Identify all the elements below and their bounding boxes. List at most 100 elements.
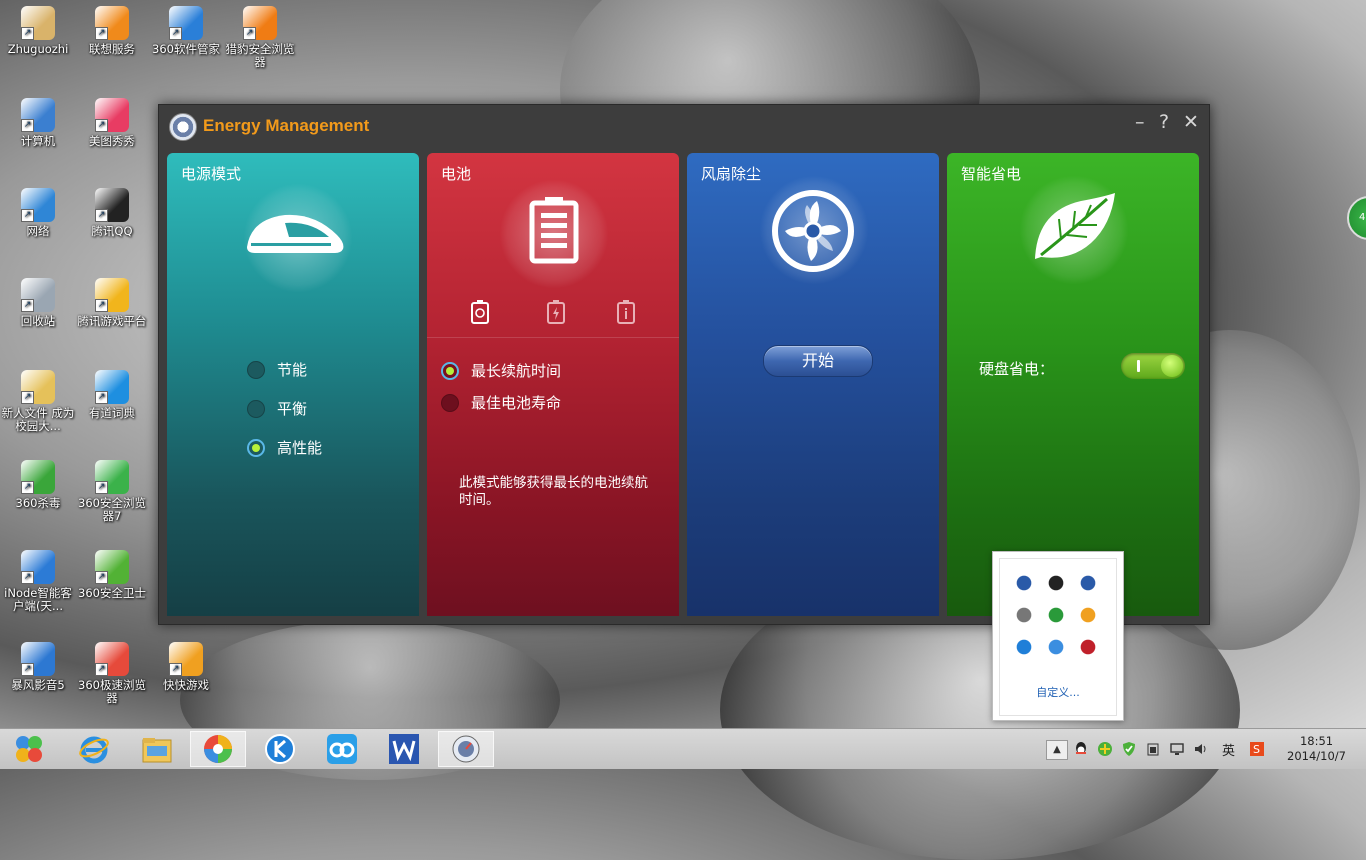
desktop-icon[interactable]: ↗ 360极速浏览器 xyxy=(74,642,150,705)
radio-button[interactable] xyxy=(441,393,459,412)
shortcut-arrow-icon: ↗ xyxy=(21,391,34,404)
battery-option-longest-runtime[interactable]: 最长续航时间 xyxy=(441,360,561,381)
recycle-bin-icon: ↗ xyxy=(21,278,55,312)
ime-indicator[interactable]: 英 xyxy=(1222,740,1235,759)
shortcut-arrow-icon: ↗ xyxy=(95,663,108,676)
power-option-balanced[interactable]: 平衡 xyxy=(247,398,307,419)
minimize-button[interactable]: – xyxy=(1135,111,1145,133)
desktop-icon[interactable]: ↗ Zhuguozhi xyxy=(0,6,76,56)
option-label: 高性能 xyxy=(277,439,323,457)
shortcut-arrow-icon: ↗ xyxy=(21,27,34,40)
hdd-power-saving-toggle[interactable] xyxy=(1121,353,1185,379)
desktop-icon[interactable]: ↗ 猎豹安全浏览器 xyxy=(222,6,298,69)
360-antivirus-icon: ↗ xyxy=(21,460,55,494)
taskbar-baidu-cloud[interactable] xyxy=(314,731,370,767)
desktop-icon[interactable]: ↗ 美图秀秀 xyxy=(74,98,150,148)
power-mode-panel: 电源模式 节能 平衡 高性能 xyxy=(167,153,419,616)
start-dust-removal-button[interactable]: 开始 xyxy=(763,345,873,377)
desktop-icon[interactable]: ↗ 回收站 xyxy=(0,278,76,328)
power-option-high-performance[interactable]: 高性能 xyxy=(247,437,322,458)
tray-expand-button[interactable]: ▲ xyxy=(1046,740,1068,760)
taskbar-wps[interactable] xyxy=(376,731,432,767)
desktop-icon[interactable]: ↗ 腾讯QQ xyxy=(74,188,150,238)
network-tray-icon[interactable] xyxy=(1169,741,1185,757)
taskbar-kugou[interactable] xyxy=(252,731,308,767)
desktop-icon-label: 360极速浏览器 xyxy=(78,678,146,705)
radio-button[interactable] xyxy=(247,360,265,379)
shortcut-arrow-icon: ↗ xyxy=(95,391,108,404)
desktop-icon-label: 美图秀秀 xyxy=(89,134,135,148)
desktop-icon[interactable]: ↗ 360安全浏览器7 xyxy=(74,460,150,523)
panel-title: 风扇除尘 xyxy=(701,165,762,183)
desktop-icon[interactable]: ↗ 计算机 xyxy=(0,98,76,148)
start-button[interactable] xyxy=(2,731,56,767)
smart-power-saving-panel: 智能省电 硬盘省电： xyxy=(947,153,1199,616)
kugou-icon[interactable] xyxy=(1015,638,1033,656)
flag-icon[interactable] xyxy=(1015,606,1033,624)
security-shield-tray-icon[interactable] xyxy=(1121,741,1137,757)
battery-option-best-life[interactable]: 最佳电池寿命 xyxy=(441,392,561,413)
battery-mode-description: 此模式能够获得最长的电池续航时间。 xyxy=(459,475,648,508)
leaf-icon xyxy=(1035,193,1115,259)
sogou-input-tray-icon[interactable]: S xyxy=(1249,741,1265,757)
desktop-icon[interactable]: ↗ 360杀毒 xyxy=(0,460,76,510)
desktop-icon[interactable]: ↗ 新人文件 成为校园大... xyxy=(0,370,76,433)
system-clock[interactable]: 18:51 2014/10/7 xyxy=(1287,734,1346,764)
taskbar-ie[interactable] xyxy=(66,731,122,767)
radio-button-selected[interactable] xyxy=(247,438,265,457)
desktop-icon[interactable]: ↗ 有道词典 xyxy=(74,370,150,420)
tray-overflow-popup: 自定义... xyxy=(992,551,1124,721)
option-label: 最佳电池寿命 xyxy=(471,394,562,412)
360-safeguard-tray-icon[interactable] xyxy=(1097,741,1113,757)
power-tray-icon[interactable] xyxy=(1145,741,1161,757)
360-software-manager-icon: ↗ xyxy=(169,6,203,40)
power-option-eco[interactable]: 节能 xyxy=(247,359,307,380)
user-folder-icon: ↗ xyxy=(21,6,55,40)
option-label: 平衡 xyxy=(277,400,308,418)
taskbar-360-speed-browser[interactable] xyxy=(190,731,246,767)
desktop-icon-label: 猎豹安全浏览器 xyxy=(225,42,295,69)
desktop-icon[interactable]: ↗ 暴风影音5 xyxy=(0,642,76,692)
radio-button[interactable] xyxy=(247,399,265,418)
desktop-icon[interactable]: ↗ 腾讯游戏平台 xyxy=(74,278,150,328)
battery-charge-icon[interactable] xyxy=(545,299,567,325)
taskbar-energy-management[interactable] xyxy=(438,731,494,767)
desktop-icon-label: 暴风影音5 xyxy=(11,678,65,692)
bluetooth-icon[interactable] xyxy=(1047,574,1065,592)
qq-tray-icon[interactable] xyxy=(1073,741,1089,757)
toggle-knob[interactable] xyxy=(1161,355,1183,377)
help-button[interactable]: ? xyxy=(1159,111,1169,133)
360-browser-icon: ↗ xyxy=(95,460,129,494)
close-button[interactable]: ✕ xyxy=(1183,111,1199,133)
energy-icon[interactable] xyxy=(1079,574,1097,592)
desktop-icon[interactable]: ↗ 快快游戏 xyxy=(148,642,224,692)
battery-info-icon[interactable] xyxy=(615,299,637,325)
update-icon[interactable] xyxy=(1079,606,1097,624)
shortcut-arrow-icon: ↗ xyxy=(95,299,108,312)
volume-tray-icon[interactable] xyxy=(1193,741,1209,757)
desktop-icon[interactable]: ↗ 360安全卫士 xyxy=(74,550,150,600)
monitor-icon[interactable] xyxy=(1079,638,1097,656)
taskbar-file-explorer[interactable] xyxy=(129,731,185,767)
desktop-icon[interactable]: ↗ iNode智能客户端(天... xyxy=(0,550,76,613)
radio-button-selected[interactable] xyxy=(441,361,459,380)
battery-icon xyxy=(529,197,579,264)
floating-speed-badge[interactable]: 48 xyxy=(1347,196,1366,240)
network-share-icon[interactable] xyxy=(1047,606,1065,624)
desktop-icon[interactable]: ↗ 联想服务 xyxy=(74,6,150,56)
network-icon: ↗ xyxy=(21,188,55,222)
desktop-icon-label: 360安全浏览器7 xyxy=(78,496,146,523)
fan-icon xyxy=(772,190,854,272)
ie-icon xyxy=(79,736,109,764)
youdao-dict-icon: ↗ xyxy=(95,370,129,404)
customize-link[interactable]: 自定义... xyxy=(993,684,1123,700)
desktop-icon[interactable]: ↗ 网络 xyxy=(0,188,76,238)
clock-time: 18:51 xyxy=(1299,734,1334,748)
battery-refresh-icon[interactable] xyxy=(469,299,491,325)
kugou-icon xyxy=(265,734,295,764)
dolby-icon[interactable] xyxy=(1015,574,1033,592)
360-icon[interactable] xyxy=(1047,638,1065,656)
desktop-icon[interactable]: ↗ 360软件管家 xyxy=(148,6,224,56)
energy-management-window: Energy Management – ? ✕ 电源模式 节能 平衡 高性能 电… xyxy=(158,104,1210,625)
shortcut-arrow-icon: ↗ xyxy=(95,209,108,222)
